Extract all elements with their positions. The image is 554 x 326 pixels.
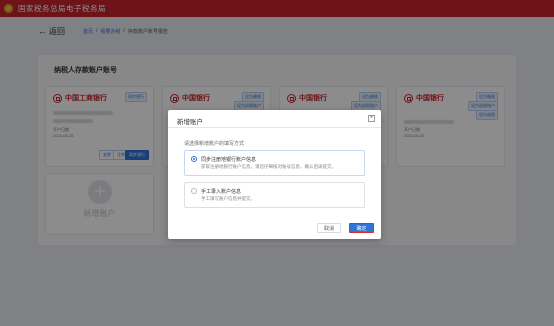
option-title: 同步注册地银行账户信息 [201, 157, 257, 163]
confirm-button[interactable]: 确定 [349, 223, 374, 233]
option-manual-entry[interactable]: 手工录入账户信息 手工填写账户信息并提交。 [184, 182, 365, 208]
radio-selected-icon[interactable] [191, 156, 197, 162]
option-sync-bank[interactable]: 同步注册地银行账户信息 获取注册地银行账户信息，请您仔细核对账号信息，确认后再提… [184, 150, 365, 176]
radio-unselected-icon[interactable] [191, 188, 197, 194]
dialog-title: 新增账户 [177, 119, 203, 126]
cancel-button[interactable]: 取消 [317, 223, 341, 233]
dialog-prompt: 请选择新增账户的填写方式 [184, 141, 245, 147]
dialog-divider [168, 127, 381, 128]
option-description: 获取注册地银行账户信息，请您仔细核对账号信息，确认后再提交。 [201, 164, 336, 169]
add-account-dialog: 新增账户 × 请选择新增账户的填写方式 同步注册地银行账户信息 获取注册地银行账… [168, 110, 381, 239]
close-icon[interactable]: × [368, 115, 375, 122]
option-title: 手工录入账户信息 [201, 189, 242, 195]
option-description: 手工填写账户信息并提交。 [201, 196, 255, 201]
